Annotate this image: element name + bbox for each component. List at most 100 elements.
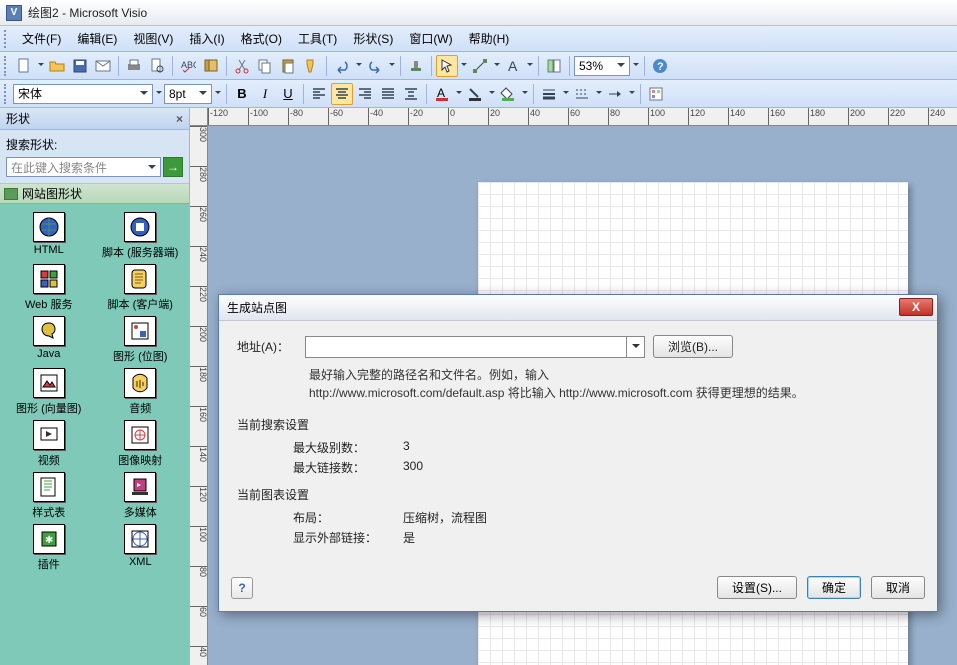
line-pattern-button[interactable] xyxy=(571,83,593,105)
italic-button[interactable]: I xyxy=(254,83,276,105)
dropdown-icon[interactable] xyxy=(387,63,396,69)
line-weight-button[interactable] xyxy=(538,83,560,105)
fill-color-button[interactable] xyxy=(497,83,519,105)
text-button[interactable]: A xyxy=(502,55,524,77)
shape-item[interactable]: Java xyxy=(4,316,94,364)
line-ends-button[interactable] xyxy=(604,83,626,105)
bold-button[interactable]: B xyxy=(231,83,253,105)
research-button[interactable] xyxy=(200,55,222,77)
paste-button[interactable] xyxy=(277,55,299,77)
dialog-close-button[interactable]: X xyxy=(899,298,933,316)
shape-item[interactable]: 视频 xyxy=(4,420,94,468)
zoom-combo[interactable]: 53% xyxy=(574,56,630,76)
menu-window[interactable]: 窗口(W) xyxy=(401,27,460,50)
search-input[interactable]: 在此键入搜索条件 xyxy=(6,157,161,177)
shape-item[interactable]: 样式表 xyxy=(4,472,94,520)
stencil-icon xyxy=(4,188,18,200)
menu-edit[interactable]: 编辑(E) xyxy=(69,27,125,50)
menu-insert[interactable]: 插入(I) xyxy=(181,27,232,50)
dialog-title: 生成站点图 xyxy=(227,299,287,316)
shape-item[interactable]: Web 服务 xyxy=(4,264,94,312)
copy-button[interactable] xyxy=(254,55,276,77)
shape-item[interactable]: ✱插件 xyxy=(4,524,94,572)
ok-button[interactable]: 确定 xyxy=(807,576,861,599)
menu-file[interactable]: 文件(F) xyxy=(14,27,69,50)
fontsize-combo[interactable]: 8pt xyxy=(164,84,212,104)
shapes-panel: 形状 × 搜索形状: 在此键入搜索条件 → 网站图形状 HTML脚本 (服务器端… xyxy=(0,108,190,665)
dropdown-icon[interactable] xyxy=(459,63,468,69)
shape-label: 视频 xyxy=(38,452,60,468)
print-button[interactable] xyxy=(123,55,145,77)
stencil-header[interactable]: 网站图形状 xyxy=(0,184,189,204)
save-button[interactable] xyxy=(69,55,91,77)
shape-item[interactable]: 图像映射 xyxy=(96,420,186,468)
open-button[interactable] xyxy=(46,55,68,77)
shape-item[interactable]: 脚本 (服务器端) xyxy=(96,212,186,260)
dropdown-icon[interactable] xyxy=(154,91,163,97)
preview-button[interactable] xyxy=(146,55,168,77)
format-painter-button[interactable] xyxy=(300,55,322,77)
shape-item[interactable]: 脚本 (客户端) xyxy=(96,264,186,312)
new-button[interactable] xyxy=(13,55,35,77)
spellcheck-button[interactable]: ABC xyxy=(177,55,199,77)
mail-button[interactable] xyxy=(92,55,114,77)
cancel-button[interactable]: 取消 xyxy=(871,576,925,599)
shape-item[interactable]: 音频 xyxy=(96,368,186,416)
dropdown-icon[interactable] xyxy=(492,63,501,69)
distribute-button[interactable] xyxy=(400,83,422,105)
dialog-title-bar[interactable]: 生成站点图 X xyxy=(219,295,937,321)
redo-button[interactable] xyxy=(364,55,386,77)
help-button[interactable]: ? xyxy=(231,577,253,599)
theme-button[interactable] xyxy=(645,83,667,105)
dropdown-icon[interactable] xyxy=(627,91,636,97)
shape-item[interactable]: 多媒体 xyxy=(96,472,186,520)
browse-button[interactable]: 浏览(B)... xyxy=(653,335,733,358)
menu-view[interactable]: 视图(V) xyxy=(125,27,181,50)
dropdown-icon[interactable] xyxy=(36,63,45,69)
layout-label: 布局： xyxy=(293,509,403,526)
format-toolbar: 宋体 8pt B I U A xyxy=(0,80,957,108)
close-icon[interactable]: × xyxy=(176,112,183,126)
dropdown-icon[interactable] xyxy=(631,63,640,69)
shape-item[interactable]: XML xyxy=(96,524,186,572)
undo-button[interactable] xyxy=(331,55,353,77)
dropdown-icon[interactable] xyxy=(626,337,644,357)
menu-format[interactable]: 格式(O) xyxy=(233,27,290,50)
dropdown-icon[interactable] xyxy=(354,63,363,69)
align-right-button[interactable] xyxy=(354,83,376,105)
dropdown-icon[interactable] xyxy=(594,91,603,97)
font-color-button[interactable]: A xyxy=(431,83,453,105)
menu-help[interactable]: 帮助(H) xyxy=(461,27,518,50)
stamp-button[interactable] xyxy=(405,55,427,77)
dropdown-icon[interactable] xyxy=(454,91,463,97)
diagram-settings-header: 当前图表设置 xyxy=(237,486,919,503)
connector-button[interactable] xyxy=(469,55,491,77)
settings-button[interactable]: 设置(S)... xyxy=(717,576,797,599)
address-input[interactable] xyxy=(305,336,645,358)
shape-item[interactable]: HTML xyxy=(4,212,94,260)
underline-button[interactable]: U xyxy=(277,83,299,105)
ext-links-label: 显示外部链接： xyxy=(293,529,403,546)
dropdown-icon[interactable] xyxy=(213,91,222,97)
cut-button[interactable] xyxy=(231,55,253,77)
align-center-button[interactable] xyxy=(331,83,353,105)
menu-tools[interactable]: 工具(T) xyxy=(290,27,345,50)
pointer-button[interactable] xyxy=(436,55,458,77)
dropdown-icon[interactable] xyxy=(520,91,529,97)
shape-icon xyxy=(124,368,156,398)
svg-text:✱: ✱ xyxy=(45,535,53,546)
search-go-button[interactable]: → xyxy=(163,157,183,177)
dropdown-icon[interactable] xyxy=(525,63,534,69)
line-color-button[interactable] xyxy=(464,83,486,105)
align-left-button[interactable] xyxy=(308,83,330,105)
shapes-toggle-button[interactable] xyxy=(543,55,565,77)
help-button[interactable]: ? xyxy=(649,55,671,77)
max-links-label: 最大链接数： xyxy=(293,459,403,476)
font-combo[interactable]: 宋体 xyxy=(13,84,153,104)
shape-item[interactable]: 图形 (位图) xyxy=(96,316,186,364)
menu-shape[interactable]: 形状(S) xyxy=(345,27,401,50)
dropdown-icon[interactable] xyxy=(561,91,570,97)
shape-item[interactable]: 图形 (向量图) xyxy=(4,368,94,416)
dropdown-icon[interactable] xyxy=(487,91,496,97)
align-justify-button[interactable] xyxy=(377,83,399,105)
